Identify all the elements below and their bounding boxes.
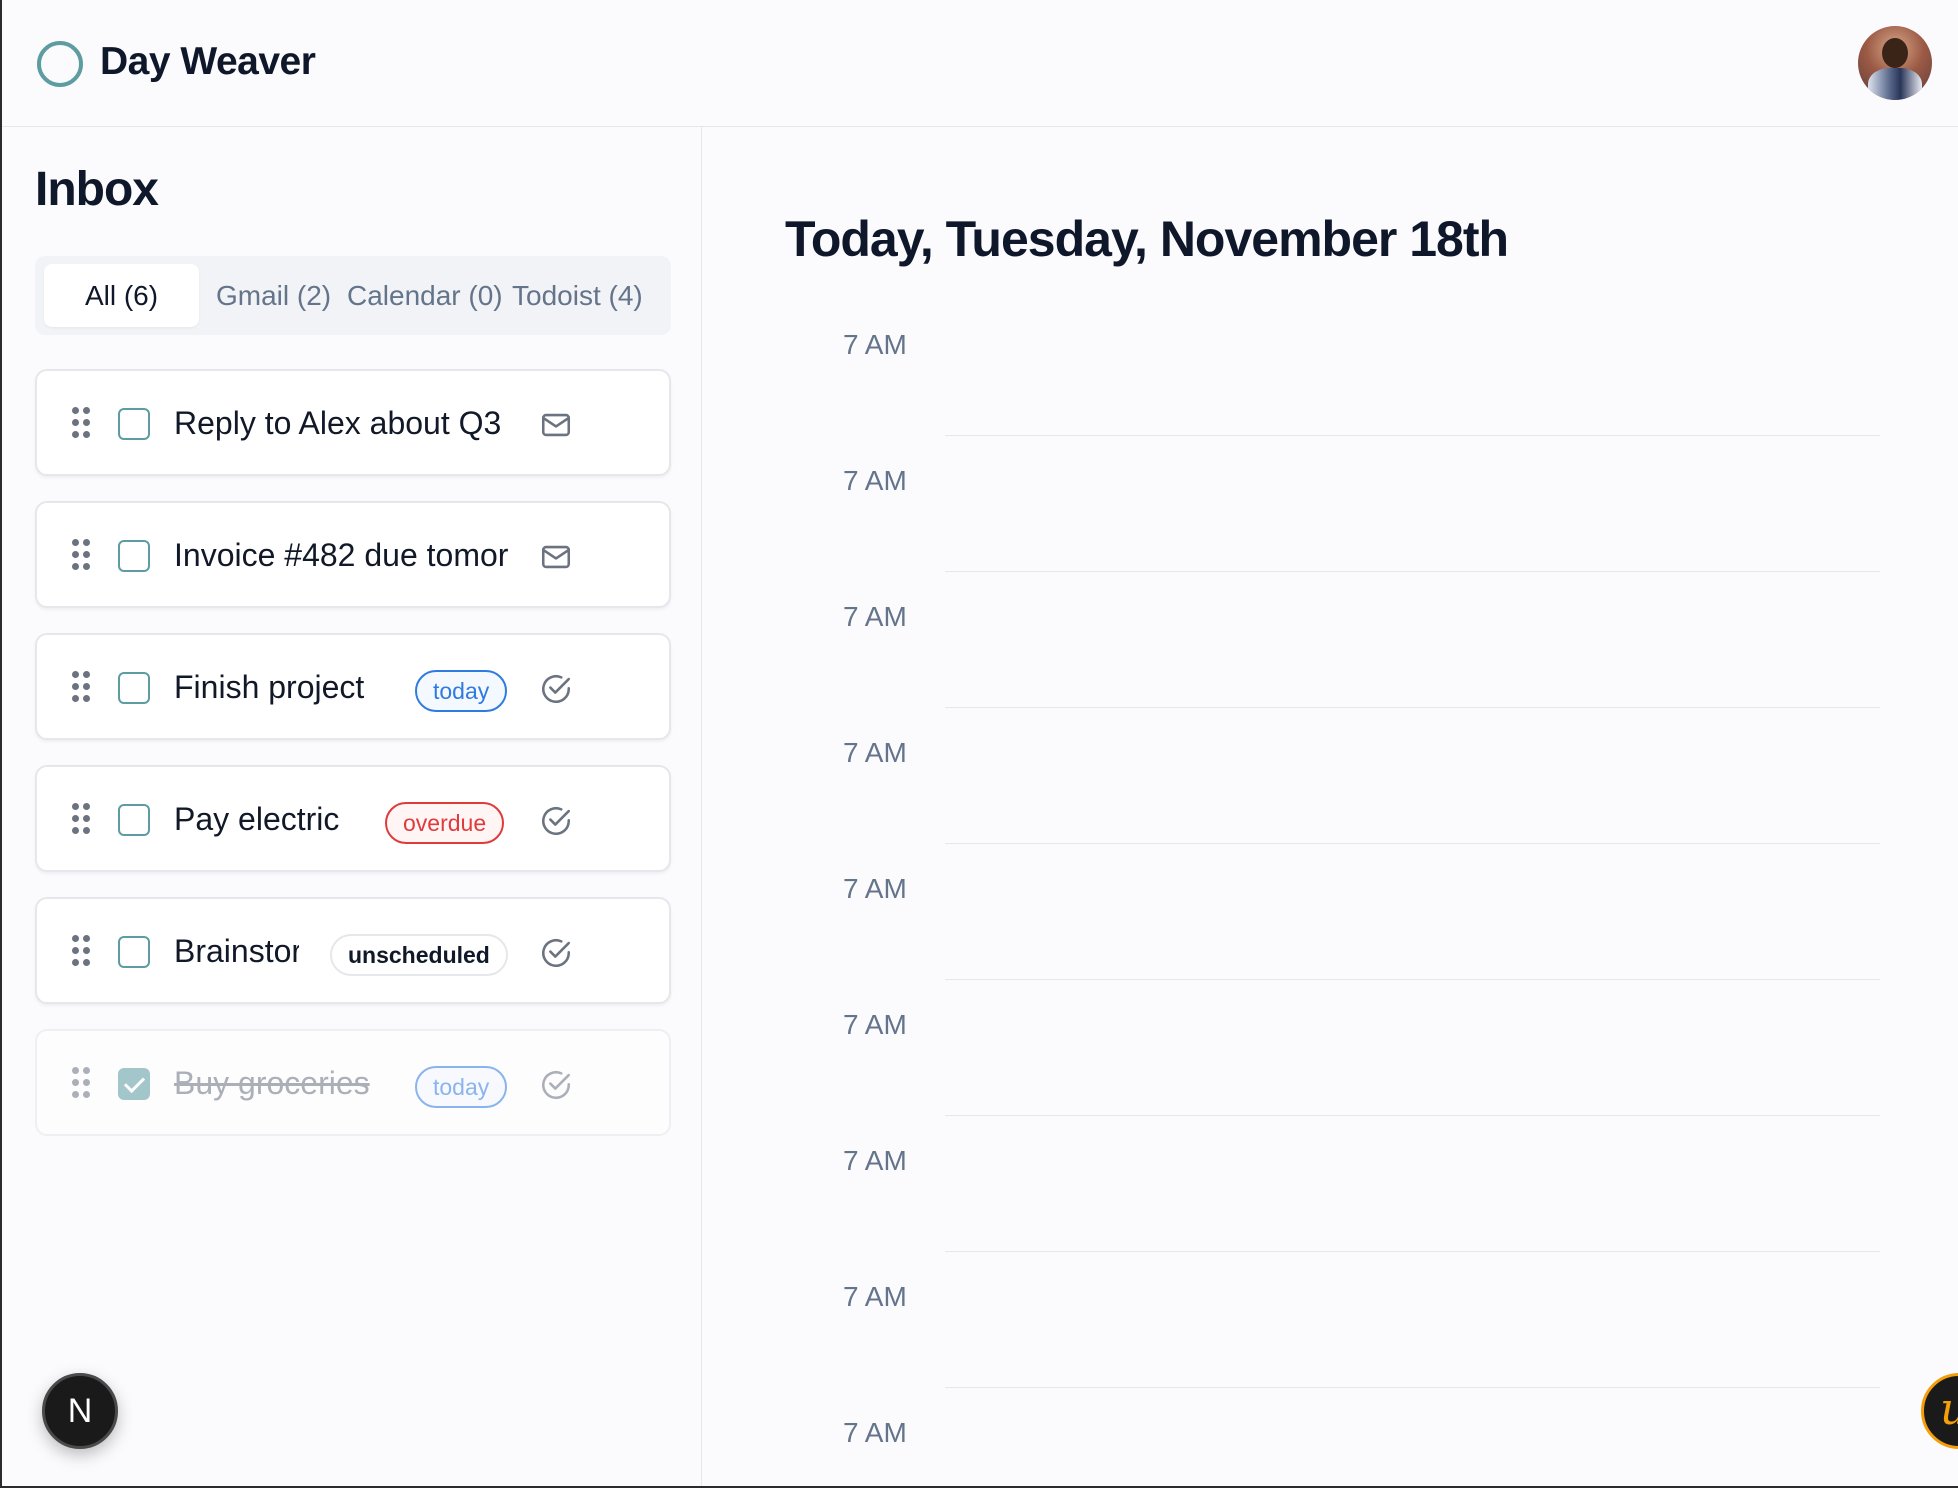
task-card[interactable]: Invoice #482 due tomorrow: [35, 501, 671, 608]
task-title: Pay electric: [174, 801, 340, 837]
drag-handle-icon[interactable]: [72, 407, 92, 439]
hour-label: 7 AM: [843, 329, 907, 360]
hour-label: 7 AM: [843, 1009, 907, 1040]
hour-label: 7 AM: [843, 1417, 907, 1448]
hour-divider: [945, 435, 1880, 436]
hour-divider: [945, 843, 1880, 844]
hour-label: 7 AM: [843, 873, 907, 904]
check-circle-icon: [541, 938, 571, 968]
task-title: Finish project: [174, 669, 365, 705]
tab-todoist[interactable]: Todoist (4): [512, 264, 643, 327]
hour-slot[interactable]: 7 AM: [702, 1281, 1958, 1417]
hour-slot[interactable]: 7 AM: [702, 1145, 1958, 1281]
inbox-title: Inbox: [35, 163, 159, 216]
task-card[interactable]: Reply to Alex about Q3: [35, 369, 671, 476]
task-checkbox[interactable]: [118, 672, 150, 704]
mail-icon: [541, 545, 571, 569]
app-window: Day Weaver Inbox All (6) Gmail (2) Calen…: [0, 0, 1958, 1488]
user-avatar[interactable]: [1858, 26, 1932, 100]
hour-divider: [945, 571, 1880, 572]
task-title: Invoice #482 due tomorrow: [174, 537, 509, 573]
hour-slot[interactable]: 7 AM: [702, 601, 1958, 737]
drag-handle-icon[interactable]: [72, 803, 92, 835]
task-title: Buy groceries: [174, 1065, 370, 1101]
task-title: Brainstorm: [174, 933, 299, 969]
due-badge-today: today: [415, 1066, 508, 1108]
hour-label: 7 AM: [843, 1281, 907, 1312]
check-circle-icon: [541, 674, 571, 704]
top-header: Day Weaver: [2, 0, 1958, 127]
source-filter-tabs: All (6) Gmail (2) Calendar (0) Todoist (…: [35, 256, 671, 335]
drag-handle-icon[interactable]: [72, 539, 92, 571]
hour-label: 7 AM: [843, 1145, 907, 1176]
inbox-sidebar: Inbox All (6) Gmail (2) Calendar (0) Tod…: [2, 127, 702, 1486]
due-badge-unscheduled: unscheduled: [330, 934, 508, 976]
tab-calendar[interactable]: Calendar (0): [347, 264, 503, 327]
dev-tools-badge[interactable]: N: [42, 1373, 118, 1449]
logo-circle-icon: [37, 41, 83, 87]
hour-slot[interactable]: 7 AM: [702, 1417, 1958, 1486]
avatar-body: [1868, 68, 1922, 100]
hour-slot[interactable]: 7 AM: [702, 737, 1958, 873]
tab-gmail[interactable]: Gmail (2): [216, 264, 331, 327]
hour-divider: [945, 1115, 1880, 1116]
hour-label: 7 AM: [843, 601, 907, 632]
task-checkbox-checked[interactable]: [118, 1068, 150, 1100]
hour-slot[interactable]: 7 AM: [702, 465, 1958, 601]
mail-icon: [541, 413, 571, 437]
hour-slot[interactable]: 7 AM: [702, 1009, 1958, 1145]
hour-divider: [945, 1387, 1880, 1388]
task-card[interactable]: Finish project today: [35, 633, 671, 740]
task-title: Reply to Alex about Q3: [174, 405, 502, 441]
drag-handle-icon[interactable]: [72, 671, 92, 703]
task-checkbox[interactable]: [118, 540, 150, 572]
task-card[interactable]: Pay electric overdue: [35, 765, 671, 872]
hour-divider: [945, 1251, 1880, 1252]
day-calendar: Today, Tuesday, November 18th 7 AM 7 AM …: [702, 127, 1958, 1486]
hour-slot[interactable]: 7 AM: [702, 329, 1958, 465]
hour-label: 7 AM: [843, 465, 907, 496]
task-card[interactable]: Brainstorm unscheduled: [35, 897, 671, 1004]
drag-handle-icon[interactable]: [72, 1067, 92, 1099]
hour-divider: [945, 979, 1880, 980]
due-badge-today: today: [415, 670, 508, 712]
hour-divider: [945, 707, 1880, 708]
hour-label: 7 AM: [843, 737, 907, 768]
app-title: Day Weaver: [100, 40, 316, 83]
avatar-face: [1882, 38, 1908, 68]
calendar-date-title: Today, Tuesday, November 18th: [785, 211, 1509, 267]
hour-slot[interactable]: 7 AM: [702, 873, 1958, 1009]
check-circle-icon: [541, 806, 571, 836]
due-badge-overdue: overdue: [385, 802, 505, 844]
tab-all[interactable]: All (6): [44, 264, 199, 327]
task-checkbox[interactable]: [118, 804, 150, 836]
task-card-completed[interactable]: Buy groceries today: [35, 1029, 671, 1136]
check-circle-icon: [541, 1070, 571, 1100]
task-checkbox[interactable]: [118, 408, 150, 440]
task-checkbox[interactable]: [118, 936, 150, 968]
drag-handle-icon[interactable]: [72, 935, 92, 967]
